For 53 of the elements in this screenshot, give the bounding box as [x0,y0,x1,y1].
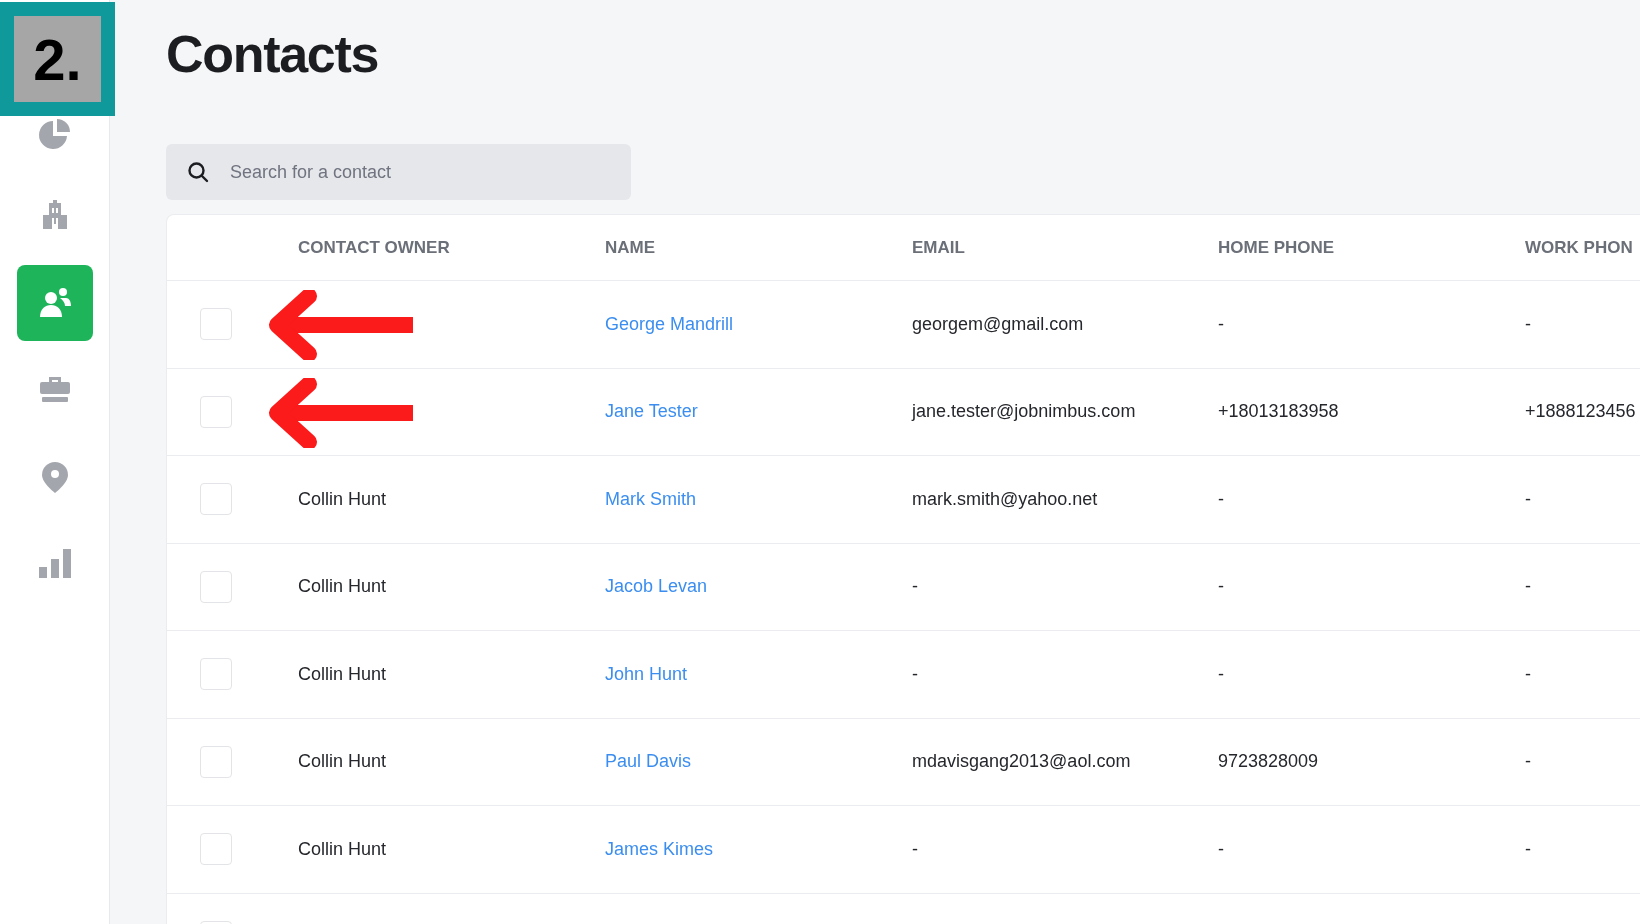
contact-owner: Collin Hunt [298,751,387,772]
contact-name-link[interactable]: Paul Davis [605,751,692,772]
row-checkbox[interactable] [200,308,232,341]
row-checkbox[interactable] [200,658,232,691]
phone-cell: - [1218,488,1224,509]
contact-name-link[interactable]: George Mandrill [605,313,734,334]
contact-owner: Collin Hunt [298,838,387,859]
search-icon [186,160,210,184]
row-checkbox[interactable] [200,570,232,603]
phone-cell: - [1525,751,1531,772]
step-number: 2. [14,16,101,102]
phone-cell: 9723828009 [1218,751,1319,772]
row-checkbox[interactable] [200,745,232,778]
email-cell: - [912,576,918,597]
row-checkbox[interactable] [200,833,232,866]
email-cell: - [912,663,918,684]
contact-owner: Collin Hunt [298,488,387,509]
phone-cell: - [1525,313,1531,334]
email-cell: jane.tester@jobnimbus.com [912,401,1136,422]
column-header: WORK PHON [1525,236,1634,259]
phone-cell: - [1525,488,1531,509]
column-header: NAME [605,236,657,259]
contact-name-link[interactable]: James Kimes [605,838,714,859]
search-input[interactable]: Search for a contact [230,158,610,186]
contact-name-link[interactable]: John Hunt [605,663,688,684]
email-cell: - [912,838,918,859]
contact-owner: Collin Hunt [298,663,387,684]
email-cell: mdavisgang2013@aol.com [912,751,1131,772]
phone-cell: - [1218,313,1224,334]
email-cell: mark.smith@yahoo.net [912,488,1098,509]
contact-name-link[interactable]: Mark Smith [605,488,696,509]
search-field[interactable]: Search for a contact [166,144,631,200]
row-checkbox[interactable] [200,395,232,428]
sidebar-item[interactable] [16,265,93,341]
bar-chart-icon [37,548,72,580]
contact-owner: Collin Hunt [298,576,387,597]
phone-cell: - [1218,663,1224,684]
column-header: CONTACT OWNER [298,236,451,259]
phone-cell: - [1218,838,1224,859]
phone-cell: - [1525,576,1531,597]
column-header: EMAIL [912,236,966,259]
row-checkbox[interactable] [200,483,232,516]
contact-name-link[interactable]: Jacob Levan [605,576,708,597]
pie-chart-icon [37,118,72,152]
phone-cell: +1888123456 [1525,401,1636,422]
phone-cell: - [1525,838,1531,859]
column-header: HOME PHONE [1218,236,1336,259]
contact-name-link[interactable]: Jane Tester [605,401,698,422]
page-title: Contacts [166,24,380,85]
phone-cell: +18013183958 [1218,401,1339,422]
phone-cell: - [1218,576,1224,597]
phone-cell: - [1525,663,1531,684]
email-cell: georgem@gmail.com [912,313,1084,334]
